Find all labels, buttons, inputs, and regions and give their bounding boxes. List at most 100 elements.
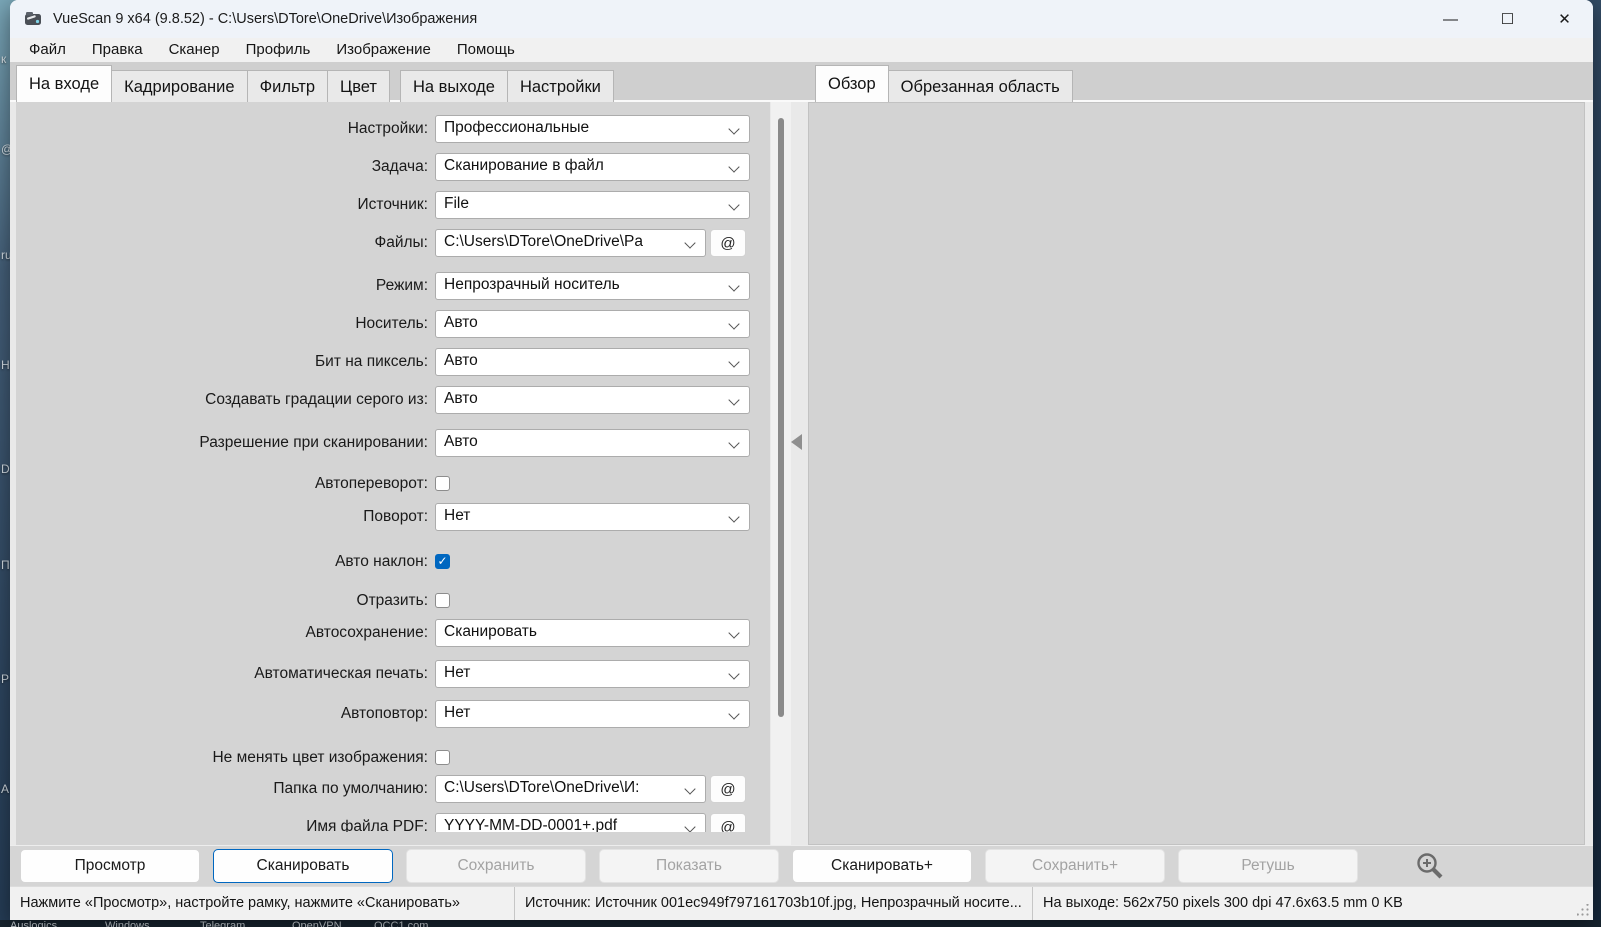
- field-label: Разрешение при сканировании:: [199, 434, 428, 451]
- status-output: На выходе: 562x750 pixels 300 dpi 47.6x6…: [1043, 895, 1403, 911]
- tab-filter[interactable]: Фильтр: [247, 70, 328, 102]
- zoom-in-icon: [1417, 853, 1443, 879]
- save-button[interactable]: Сохранить: [406, 849, 586, 883]
- tab-output[interactable]: На выходе: [399, 70, 508, 102]
- form-row: Настройки: Профессиональные: [16, 115, 770, 143]
- taskbar-label: Windows: [105, 920, 150, 927]
- desktop-icon-label-fragment: к: [1, 52, 7, 66]
- form-row: Отразить:: [16, 591, 770, 611]
- minimize-button[interactable]: —: [1422, 0, 1479, 38]
- form-row: Источник: File: [16, 191, 770, 219]
- at-button[interactable]: @: [710, 813, 746, 832]
- desktop-icon-label-fragment: А: [1, 782, 10, 796]
- preview-button[interactable]: Просмотр: [20, 849, 200, 883]
- menu-profile[interactable]: Профиль: [233, 38, 324, 62]
- desktop-icon-label-fragment: П: [1, 558, 10, 572]
- resize-grip[interactable]: [1577, 904, 1590, 917]
- tab-crop[interactable]: Кадрирование: [112, 70, 248, 102]
- make-gray-from-dropdown[interactable]: Авто: [435, 386, 750, 414]
- form-row: Режим: Непрозрачный носитель: [16, 272, 770, 300]
- bits-per-pixel-dropdown[interactable]: Авто: [435, 348, 750, 376]
- default-folder-combobox[interactable]: C:\Users\DTore\OneDrive\И:: [435, 775, 706, 803]
- menu-scanner[interactable]: Сканер: [156, 38, 233, 62]
- auto-repeat-dropdown[interactable]: Нет: [435, 700, 750, 728]
- pdf-filename-combobox[interactable]: YYYY-MM-DD-0001+.pdf: [435, 813, 706, 832]
- auto-print-dropdown[interactable]: Нет: [435, 660, 750, 688]
- desktop-icon-label-fragment: D: [1, 462, 10, 476]
- scan-resolution-dropdown[interactable]: Авто: [435, 429, 750, 457]
- combo-value: Профессиональные: [444, 119, 590, 136]
- scan-button[interactable]: Сканировать: [213, 849, 393, 883]
- settings-dropdown[interactable]: Профессиональные: [435, 115, 750, 143]
- auto-skew-checkbox[interactable]: [435, 554, 450, 569]
- tab-color[interactable]: Цвет: [328, 70, 390, 102]
- combo-value: Авто: [444, 314, 478, 331]
- form-row: Автосохранение: Сканировать: [16, 619, 770, 647]
- mode-dropdown[interactable]: Непрозрачный носитель: [435, 272, 750, 300]
- media-dropdown[interactable]: Авто: [435, 310, 750, 338]
- maximize-button[interactable]: ☐: [1479, 0, 1536, 38]
- form-row: Создавать градации серого из: Авто: [16, 386, 770, 414]
- rotation-dropdown[interactable]: Нет: [435, 503, 750, 531]
- combo-value: Непрозрачный носитель: [444, 276, 620, 293]
- combo-value: Авто: [444, 352, 478, 369]
- preview-area: [808, 102, 1585, 845]
- field-label: Отразить:: [356, 592, 428, 609]
- auto-flip-checkbox[interactable]: [435, 476, 450, 491]
- menu-file[interactable]: Файл: [16, 38, 79, 62]
- action-button-row: Просмотр Сканировать Сохранить Показать …: [10, 845, 1593, 886]
- taskbar-label: Auslogics: [10, 920, 58, 927]
- mirror-checkbox[interactable]: [435, 593, 450, 608]
- form-row: Разрешение при сканировании: Авто: [16, 429, 770, 457]
- save-plus-button[interactable]: Сохранить+: [985, 849, 1165, 883]
- form-row: Авто наклон:: [16, 552, 770, 572]
- collapse-panel-arrow[interactable]: [791, 434, 802, 450]
- auto-save-dropdown[interactable]: Сканировать: [435, 619, 750, 647]
- field-label: Авто наклон:: [335, 553, 428, 570]
- titlebar: VueScan 9 x64 (9.8.52) - C:\Users\DTore\…: [10, 0, 1593, 38]
- menu-help[interactable]: Помощь: [444, 38, 528, 62]
- taskbar-label: OCC1.com...: [374, 920, 438, 927]
- field-label: Создавать градации серого из:: [205, 391, 428, 408]
- settings-tabs: На входе Кадрирование Фильтр Цвет На вых…: [16, 65, 614, 102]
- zoom-in-button[interactable]: [1413, 849, 1447, 883]
- close-button[interactable]: ✕: [1536, 0, 1593, 38]
- form-row: Не менять цвет изображения:: [16, 748, 770, 768]
- menubar: Файл Правка Сканер Профиль Изображение П…: [10, 38, 1593, 62]
- keep-image-color-checkbox[interactable]: [435, 750, 450, 765]
- field-label: Задача:: [371, 158, 428, 175]
- tab-cropped-area[interactable]: Обрезанная область: [888, 70, 1073, 102]
- at-button[interactable]: @: [710, 775, 746, 803]
- desktop-icon-label-fragment: P: [1, 672, 10, 686]
- retouch-button[interactable]: Ретушь: [1178, 849, 1358, 883]
- field-label: Носитель:: [355, 315, 428, 332]
- tab-input[interactable]: На входе: [16, 65, 113, 102]
- tab-prefs[interactable]: Настройки: [507, 70, 614, 102]
- form-row: Носитель: Авто: [16, 310, 770, 338]
- at-button[interactable]: @: [710, 229, 746, 257]
- form-row: Задача: Сканирование в файл: [16, 153, 770, 181]
- field-label: Автоматическая печать:: [254, 665, 428, 682]
- combo-value: Авто: [444, 390, 478, 407]
- menu-image[interactable]: Изображение: [323, 38, 444, 62]
- task-dropdown[interactable]: Сканирование в файл: [435, 153, 750, 181]
- scrollbar-thumb[interactable]: [778, 118, 784, 717]
- combo-value: Нет: [444, 507, 471, 524]
- scan-plus-button[interactable]: Сканировать+: [792, 849, 972, 883]
- tab-preview[interactable]: Обзор: [815, 65, 889, 102]
- form-row: Бит на пиксель: Авто: [16, 348, 770, 376]
- combo-value: Сканирование в файл: [444, 157, 604, 174]
- menu-edit[interactable]: Правка: [79, 38, 156, 62]
- show-button[interactable]: Показать: [599, 849, 779, 883]
- combo-value: Нет: [444, 664, 471, 681]
- field-label: Автопереворот:: [314, 475, 428, 492]
- form-scrollbar[interactable]: [771, 102, 791, 845]
- field-label: Поворот:: [363, 508, 428, 525]
- field-label: Источник:: [357, 196, 428, 213]
- combo-value: Нет: [444, 704, 471, 721]
- status-hint: Нажмите «Просмотр», настройте рамку, наж…: [10, 887, 515, 920]
- files-combobox[interactable]: C:\Users\DTore\OneDrive\Pa: [435, 229, 706, 257]
- status-source: Источник: Источник 001ec949f797161703b10…: [515, 887, 1033, 920]
- source-dropdown[interactable]: File: [435, 191, 750, 219]
- form-row: Папка по умолчанию: C:\Users\DTore\OneDr…: [16, 775, 770, 803]
